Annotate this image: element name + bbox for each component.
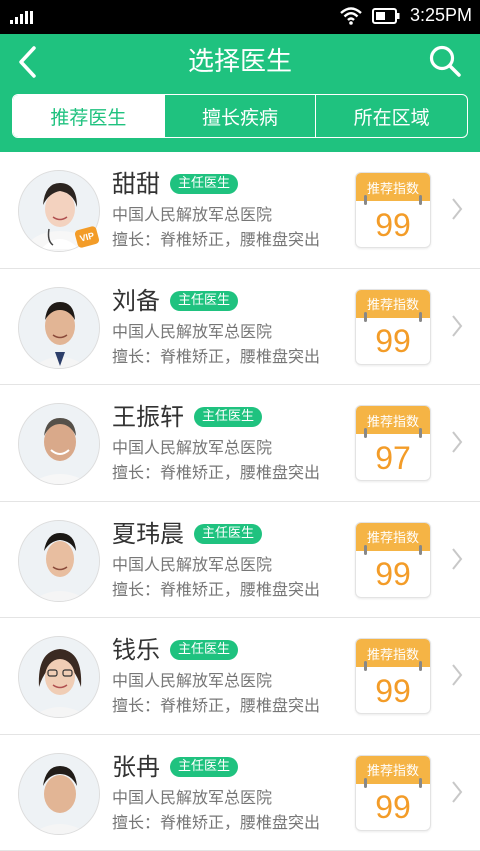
doctor-avatar [18,636,100,718]
filter-tabs: 推荐医生 擅长疾病 所在区域 [12,94,468,138]
doctor-name: 王振轩 [112,401,184,433]
chevron-right-icon [450,313,464,339]
doctor-title-badge: 主任医生 [170,174,238,194]
doctor-avatar [18,753,100,835]
tab-recommended[interactable]: 推荐医生 [13,95,165,137]
signal-icon [10,10,33,24]
doctor-hospital: 中国人民解放军总医院 [112,321,272,343]
app-header: 选择医生 推荐医生 擅长疾病 所在区域 [0,34,480,152]
doctor-title-badge: 主任医生 [170,640,238,660]
doctor-name: 夏玮晨 [112,518,184,550]
recommend-score-card: 推荐指数 99 [355,522,431,598]
chevron-right-icon [450,779,464,805]
status-time: 3:25PM [410,5,472,26]
doctor-name: 钱乐 [112,634,160,666]
doctor-hospital: 中国人民解放军总医院 [112,554,272,576]
doctor-avatar [18,520,100,602]
doctor-avatar [18,403,100,485]
doctor-row[interactable]: 刘备 主任医生 中国人民解放军总医院 擅长：脊椎矫正，腰椎盘突出 推荐指数 99 [0,269,480,386]
recommend-score-card: 推荐指数 99 [355,289,431,365]
doctor-hospital: 中国人民解放军总医院 [112,437,272,459]
doctor-title-badge: 主任医生 [170,291,238,311]
doctor-specialty: 擅长：脊椎矫正，腰椎盘突出 [112,695,320,717]
page-title: 选择医生 [0,44,480,80]
doctor-specialty: 擅长：脊椎矫正，腰椎盘突出 [112,462,320,484]
recommend-score-card: 推荐指数 99 [355,755,431,831]
doctor-title-badge: 主任医生 [194,524,262,544]
vip-badge: VIP [74,225,100,248]
doctor-row[interactable]: VIP 甜甜 主任医生 中国人民解放军总医院 擅长：脊椎矫正，腰椎盘突出 推荐指… [0,152,480,269]
score-value: 99 [356,667,430,714]
doctor-name: 张冉 [112,751,160,783]
doctor-avatar [18,287,100,369]
recommend-score-card: 推荐指数 97 [355,405,431,481]
doctor-specialty: 擅长：脊椎矫正，腰椎盘突出 [112,812,320,834]
score-value: 99 [356,551,430,598]
score-value: 97 [356,434,430,481]
chevron-right-icon [450,662,464,688]
score-value: 99 [356,201,430,248]
doctor-row[interactable]: 钱乐 主任医生 中国人民解放军总医院 擅长：脊椎矫正，腰椎盘突出 推荐指数 99 [0,618,480,735]
chevron-right-icon [450,429,464,455]
search-icon[interactable] [428,44,462,78]
score-value: 99 [356,784,430,831]
doctor-row[interactable]: 王振轩 主任医生 中国人民解放军总医院 擅长：脊椎矫正，腰椎盘突出 推荐指数 9… [0,385,480,502]
chevron-right-icon [450,196,464,222]
doctor-specialty: 擅长：脊椎矫正，腰椎盘突出 [112,346,320,368]
wifi-icon [340,7,362,25]
doctor-row[interactable]: 夏玮晨 主任医生 中国人民解放军总医院 擅长：脊椎矫正，腰椎盘突出 推荐指数 9… [0,502,480,619]
doctor-name: 刘备 [112,285,160,317]
doctor-name: 甜甜 [112,168,160,200]
doctor-row[interactable]: 张冉 主任医生 中国人民解放军总医院 擅长：脊椎矫正，腰椎盘突出 推荐指数 99 [0,735,480,851]
doctor-title-badge: 主任医生 [194,407,262,427]
tab-region[interactable]: 所在区域 [316,95,467,137]
chevron-right-icon [450,546,464,572]
doctor-hospital: 中国人民解放军总医院 [112,787,272,809]
recommend-score-card: 推荐指数 99 [355,638,431,714]
doctor-list: VIP 甜甜 主任医生 中国人民解放军总医院 擅长：脊椎矫正，腰椎盘突出 推荐指… [0,152,480,851]
doctor-hospital: 中国人民解放军总医院 [112,670,272,692]
score-value: 99 [356,318,430,365]
status-bar: 3:25PM [0,0,480,34]
doctor-specialty: 擅长：脊椎矫正，腰椎盘突出 [112,229,320,251]
battery-icon [372,8,400,24]
doctor-specialty: 擅长：脊椎矫正，腰椎盘突出 [112,579,320,601]
tab-specialty[interactable]: 擅长疾病 [165,95,317,137]
doctor-hospital: 中国人民解放军总医院 [112,204,272,226]
doctor-title-badge: 主任医生 [170,757,238,777]
recommend-score-card: 推荐指数 99 [355,172,431,248]
